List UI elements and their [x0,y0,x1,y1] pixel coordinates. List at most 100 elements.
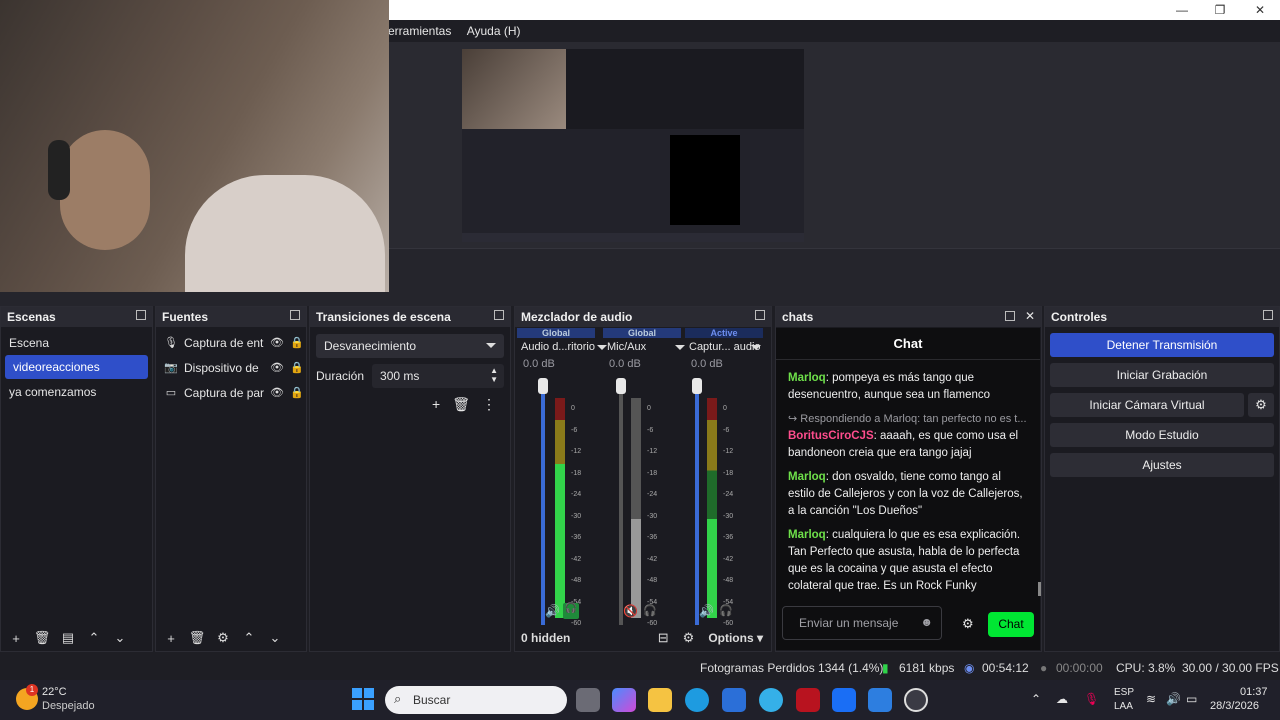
add-icon[interactable]: + [7,631,25,646]
fader-knob[interactable] [616,378,626,394]
weather-desc[interactable]: Despejado [42,700,95,712]
up-icon[interactable]: ⌃ [85,630,103,646]
windows-start-icon[interactable] [352,688,374,710]
file-explorer-icon[interactable] [648,688,672,712]
float-icon[interactable] [1005,311,1015,321]
lang-primary[interactable]: ESP [1114,687,1134,698]
volume-icon[interactable]: 🔊 [1166,692,1181,706]
channel-name[interactable]: Audio d...ritorio [517,338,595,356]
mcafee-icon[interactable] [796,688,820,712]
chat-send-button[interactable]: Chat [988,612,1034,637]
chevron-down-icon[interactable] [597,345,607,350]
fader-knob[interactable] [538,378,548,394]
chat-username[interactable]: Marloq [788,372,826,384]
chat-scrollbar[interactable] [1038,582,1041,596]
channel-name[interactable]: Mic/Aux [603,338,681,356]
gear-icon[interactable]: ⚙ [962,616,974,632]
transition-select[interactable]: Desvanecimiento [316,334,504,358]
float-icon[interactable] [290,310,300,320]
layout-icon[interactable]: ⊟ [658,630,669,646]
source-row[interactable]: 🎙 Captura de ent 👁 🔒 [156,330,306,355]
edge-icon[interactable] [685,688,709,712]
float-icon[interactable] [494,310,504,320]
virtual-camera-button[interactable]: Iniciar Cámara Virtual [1050,393,1244,417]
down-icon[interactable]: ⌄ [266,630,284,646]
headphones-icon[interactable]: 🎧 [563,603,579,619]
chat-username[interactable]: BoritusCiroCJS [788,430,874,442]
emoji-icon[interactable]: ☻ [920,615,933,629]
more-icon[interactable]: ⋮ [482,396,496,413]
chat-username[interactable]: Marloq [788,529,826,541]
source-row[interactable]: 📷 Dispositivo de 👁 🔒 [156,355,306,380]
muted-speaker-icon[interactable]: 🔇 [623,604,638,618]
battery-icon[interactable]: ▭ [1186,692,1197,706]
trash-icon[interactable]: 🗑 [33,630,51,646]
chat-username[interactable]: Marloq [788,471,826,483]
mic-icon[interactable]: 🎙 [1084,692,1099,706]
studio-mode-button[interactable]: Modo Estudio [1050,423,1274,447]
close-icon[interactable]: ✕ [1025,309,1035,323]
eye-icon[interactable]: 👁 [270,336,284,349]
trash-icon[interactable]: 🗑 [452,396,470,413]
lock-icon[interactable]: 🔒 [290,386,304,399]
settings-icon[interactable]: ⚙ [683,630,695,646]
source-row[interactable]: ▭ Captura de par 👁 🔒 [156,380,306,405]
stream-preview[interactable] [462,49,804,242]
close-window-button[interactable]: ✕ [1240,0,1280,20]
chat-input[interactable]: Enviar un mensaje ☻ [782,606,942,640]
spin-icon[interactable]: ▲ ▼ [490,366,498,384]
options-button[interactable]: Options ▾ [708,631,763,645]
gear-icon[interactable]: ⚙ [214,630,232,646]
clock-time[interactable]: 01:37 [1240,686,1268,698]
fader-knob[interactable] [692,378,702,394]
chevron-up-icon[interactable]: ⌃ [1031,692,1041,706]
gear-icon[interactable]: ⚙ [1248,393,1274,417]
lock-icon[interactable]: 🔒 [290,361,304,374]
volume-fader[interactable] [619,386,623,626]
filter-icon[interactable]: ▤ [59,630,77,646]
eye-icon[interactable]: 👁 [270,386,284,399]
speaker-icon[interactable]: 🔊 [699,604,714,618]
menu-help[interactable]: Ayuda (H) [467,20,527,38]
duration-input[interactable]: 300 ms ▲ ▼ [372,364,504,388]
lock-icon[interactable]: 🔒 [290,336,304,349]
cloud-icon[interactable]: ☁ [1056,692,1068,706]
start-recording-button[interactable]: Iniciar Grabación [1050,363,1274,387]
scene-item[interactable]: Escena [1,331,152,355]
chevron-down-icon[interactable] [675,345,685,350]
lang-secondary[interactable]: LAA [1114,701,1133,712]
browser-icon[interactable] [759,688,783,712]
down-icon[interactable]: ⌄ [111,630,129,646]
add-icon[interactable]: + [432,396,440,413]
float-icon[interactable] [1263,310,1273,320]
scene-item-selected[interactable]: videoreacciones [5,355,148,379]
headphones-icon[interactable]: 🎧 [643,604,657,617]
mail-icon[interactable] [868,688,892,712]
volume-fader[interactable] [541,386,545,626]
trash-icon[interactable]: 🗑 [188,630,206,646]
add-icon[interactable]: + [162,631,180,646]
minimize-button[interactable]: — [1162,0,1202,20]
float-icon[interactable] [136,310,146,320]
settings-button[interactable]: Ajustes [1050,453,1274,477]
eye-icon[interactable]: 👁 [270,361,284,374]
store-icon[interactable] [722,688,746,712]
wifi-icon[interactable]: ≋ [1146,692,1156,706]
speaker-icon[interactable]: 🔊 [545,604,560,618]
weather-temp[interactable]: 22°C [42,686,67,698]
task-view-icon[interactable] [576,688,600,712]
float-icon[interactable] [755,310,765,320]
dropbox-icon[interactable] [832,688,856,712]
copilot-icon[interactable] [612,688,636,712]
obs-icon[interactable] [904,688,928,712]
chevron-down-icon[interactable] [751,345,761,350]
up-icon[interactable]: ⌃ [240,630,258,646]
taskbar-search[interactable]: ⌕ Buscar [385,686,567,714]
stop-stream-button[interactable]: Detener Transmisión [1050,333,1274,357]
headphones-icon[interactable]: 🎧 [719,604,733,617]
volume-fader[interactable] [695,386,699,626]
scene-item[interactable]: ya comenzamos [1,380,152,404]
maximize-button[interactable]: ❐ [1200,0,1240,20]
clock-date[interactable]: 28/3/2026 [1210,700,1259,712]
menu-tools[interactable]: erramientas [388,20,457,38]
